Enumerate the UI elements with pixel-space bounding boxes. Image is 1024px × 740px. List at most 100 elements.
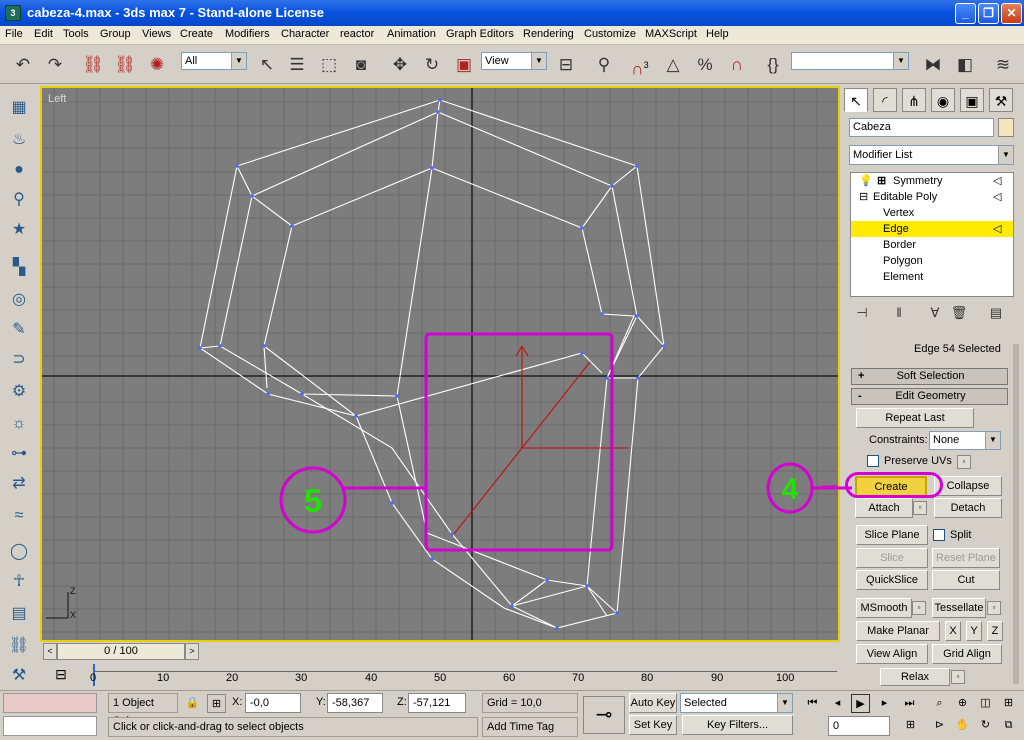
- select-and-scale-icon[interactable]: ▣: [451, 52, 477, 78]
- auto-key-button[interactable]: Auto Key: [629, 693, 677, 713]
- maximize-button[interactable]: ❐: [978, 3, 999, 24]
- lightbulb-icon[interactable]: 💡: [859, 173, 873, 189]
- disc-icon[interactable]: ◎: [7, 288, 31, 312]
- make-planar-button[interactable]: Make Planar: [856, 621, 940, 641]
- quickslice-button[interactable]: QuickSlice: [856, 570, 928, 590]
- biped-icon[interactable]: ☥: [7, 570, 31, 594]
- remove-modifier-icon[interactable]: 🗑: [948, 302, 970, 324]
- configure-sets-icon[interactable]: ▤: [985, 302, 1007, 324]
- relax-settings-icon[interactable]: ▫: [951, 670, 965, 684]
- msmooth-settings-icon[interactable]: ▫: [912, 601, 926, 615]
- modifier-list-dropdown[interactable]: Modifier List ▼: [849, 145, 1014, 165]
- go-to-end-icon[interactable]: ⏭: [900, 694, 919, 713]
- hierarchy-tab-icon[interactable]: ⋔: [902, 88, 926, 112]
- window-crossing-icon[interactable]: ◙: [348, 52, 374, 78]
- boxes-icon[interactable]: ▦: [7, 96, 31, 120]
- next-frame-icon[interactable]: ▸: [875, 694, 894, 713]
- viewport-label[interactable]: Left: [48, 93, 66, 105]
- zoom-extents-icon[interactable]: ◫: [976, 694, 995, 713]
- current-frame-field[interactable]: 0: [828, 716, 890, 736]
- maxscript-listener-mini[interactable]: [3, 693, 97, 713]
- grid-align-button[interactable]: Grid Align: [932, 644, 1002, 664]
- edit-geometry-rollout[interactable]: - Edit Geometry: [851, 388, 1008, 405]
- z-coordinate-field[interactable]: -57,121: [408, 693, 466, 713]
- motion-tab-icon[interactable]: ◉: [931, 88, 955, 112]
- magnet-icon[interactable]: ⊃: [7, 348, 31, 372]
- constraints-dropdown[interactable]: None ▼: [929, 431, 1001, 450]
- reference-coordinate-dropdown[interactable]: View ▼: [481, 52, 547, 70]
- menu-help[interactable]: Help: [706, 28, 729, 40]
- detach-button[interactable]: Detach: [934, 498, 1002, 518]
- set-key-icon[interactable]: ⊸: [583, 696, 625, 734]
- mini-curve-editor-icon[interactable]: ⊟: [50, 665, 72, 683]
- stack-subobject-polygon[interactable]: Polygon: [851, 253, 1013, 269]
- attach-list-icon[interactable]: ▫: [913, 501, 927, 515]
- x-coordinate-field[interactable]: -0,0: [245, 693, 301, 713]
- selection-filter-dropdown[interactable]: All ▼: [181, 52, 247, 70]
- soft-selection-rollout[interactable]: + Soft Selection: [851, 368, 1008, 385]
- split-checkbox[interactable]: [933, 529, 945, 541]
- show-end-result-icon[interactable]: ‖: [888, 302, 910, 324]
- play-icon[interactable]: ▶: [851, 694, 870, 713]
- angle-snap-icon[interactable]: △: [660, 52, 686, 78]
- view-align-button[interactable]: View Align: [856, 644, 928, 664]
- menu-character[interactable]: Character: [281, 28, 329, 40]
- slice-plane-button[interactable]: Slice Plane: [856, 525, 928, 545]
- make-unique-icon[interactable]: ∀: [924, 302, 946, 324]
- undo-icon[interactable]: ↶: [10, 52, 36, 78]
- sphere-icon[interactable]: ●: [7, 158, 31, 182]
- menu-modifiers[interactable]: Modifiers: [225, 28, 270, 40]
- key-filters-button[interactable]: Key Filters...: [682, 715, 793, 735]
- align-icon[interactable]: ◧: [952, 52, 978, 78]
- spinner-snap-icon[interactable]: ∩: [724, 52, 750, 78]
- maxscript-mini-input[interactable]: [3, 716, 97, 736]
- wrench-icon[interactable]: ✎: [7, 318, 31, 342]
- bind-to-space-warp-icon[interactable]: ✺: [144, 52, 170, 78]
- add-time-tag-button[interactable]: Add Time Tag: [482, 717, 578, 737]
- create-tab-icon[interactable]: ↖: [844, 88, 868, 112]
- cut-button[interactable]: Cut: [932, 570, 1000, 590]
- display-tab-icon[interactable]: ▣: [960, 88, 984, 112]
- stack-item-editable-poly[interactable]: ⊟ Editable Poly ◁: [851, 189, 1013, 205]
- reset-plane-button[interactable]: Reset Plane: [932, 548, 1000, 568]
- menu-customize[interactable]: Customize: [584, 28, 636, 40]
- planar-x-button[interactable]: X: [945, 621, 961, 641]
- camera-icon[interactable]: ⊶: [7, 442, 31, 466]
- set-key-button[interactable]: Set Key: [629, 715, 677, 735]
- relax-button[interactable]: Relax: [880, 668, 950, 686]
- zoom-all-icon[interactable]: ⊕: [953, 694, 972, 713]
- slice-button[interactable]: Slice: [856, 548, 928, 568]
- key-mode-dropdown[interactable]: Selected ▼: [680, 693, 793, 713]
- pin-stack-button-icon[interactable]: ⊣: [851, 302, 873, 324]
- lamp-icon[interactable]: ☼: [7, 412, 31, 436]
- object-name-field[interactable]: Cabeza: [849, 118, 994, 137]
- arc-rotate-icon[interactable]: ↻: [976, 716, 995, 735]
- menu-create[interactable]: Create: [180, 28, 213, 40]
- menu-rendering[interactable]: Rendering: [523, 28, 574, 40]
- menu-maxscript[interactable]: MAXScript: [645, 28, 697, 40]
- menu-file[interactable]: File: [5, 28, 23, 40]
- object-color-swatch[interactable]: [998, 118, 1014, 137]
- edit-named-selection-icon[interactable]: {}: [760, 52, 786, 78]
- checker-icon[interactable]: ▚: [7, 256, 31, 280]
- select-and-rotate-icon[interactable]: ↻: [419, 52, 445, 78]
- maximize-viewport-icon[interactable]: ⧉: [999, 716, 1018, 735]
- lock-icon[interactable]: 🔒: [183, 694, 202, 713]
- select-and-manipulate-icon[interactable]: ⚲: [591, 52, 617, 78]
- snaps-toggle-icon[interactable]: ∩3: [627, 52, 653, 79]
- chevron-left-icon[interactable]: <: [43, 643, 57, 660]
- hammer-icon[interactable]: ⚒: [7, 664, 31, 688]
- pivot-center-icon[interactable]: ⊟: [553, 52, 579, 78]
- msmooth-button[interactable]: MSmooth: [856, 598, 912, 618]
- menu-views[interactable]: Views: [142, 28, 171, 40]
- planar-y-button[interactable]: Y: [966, 621, 982, 641]
- planar-z-button[interactable]: Z: [987, 621, 1003, 641]
- menu-group[interactable]: Group: [100, 28, 131, 40]
- zoom-extents-all-icon[interactable]: ⊞: [999, 694, 1018, 713]
- stack-subobject-vertex[interactable]: Vertex: [851, 205, 1013, 221]
- close-button[interactable]: ✕: [1001, 3, 1022, 24]
- teapot-icon[interactable]: ♨: [7, 128, 31, 152]
- attach-button[interactable]: Attach: [855, 498, 913, 518]
- menu-tools[interactable]: Tools: [63, 28, 89, 40]
- tessellate-settings-icon[interactable]: ▫: [987, 601, 1001, 615]
